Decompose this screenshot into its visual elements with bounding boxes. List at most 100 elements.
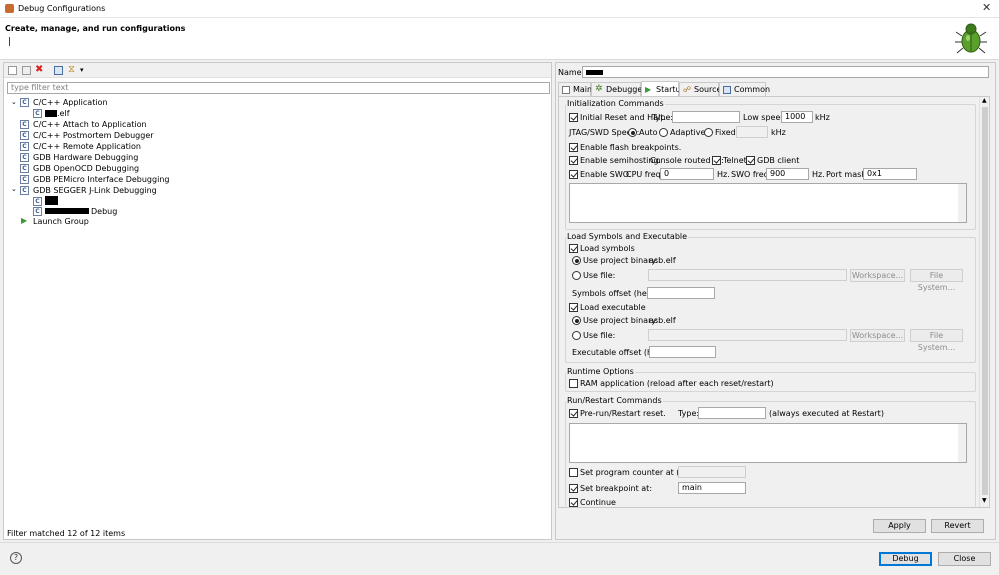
init-commands-textarea[interactable] (569, 183, 967, 223)
exec-workspace-button[interactable]: Workspace... (850, 329, 905, 342)
exec-use-file-radio[interactable] (572, 331, 581, 340)
swo-freq-unit: Hz. (812, 170, 825, 179)
chevron-down-icon[interactable]: ▾ (80, 66, 84, 75)
tab-debugger[interactable]: ✲ Debugger (591, 82, 646, 96)
debug-button[interactable]: Debug (879, 552, 932, 566)
tree-item-jlink[interactable]: GDB SEGGER J-Link Debugging (33, 185, 157, 196)
tab-main[interactable]: Main (558, 82, 592, 96)
set-pc-input[interactable] (678, 466, 746, 478)
symbols-offset-input[interactable] (647, 287, 715, 299)
auto-radio[interactable] (628, 128, 637, 137)
swo-checkbox[interactable] (569, 170, 578, 179)
page-title: Create, manage, and run configurations (5, 24, 186, 33)
duplicate-icon[interactable] (22, 66, 31, 75)
redacted-name (45, 110, 57, 117)
tree-item-gdb-hw[interactable]: GDB Hardware Debugging (33, 152, 138, 163)
config-list-pane: ✖ ⧖ ▾ type filter text ⌄ C C/C++ Applica… (3, 62, 552, 540)
c-app-icon: C (20, 131, 29, 140)
vertical-scrollbar[interactable]: ▲ ▼ (979, 97, 989, 507)
run-commands-textarea[interactable] (569, 423, 967, 463)
chevron-down-icon[interactable]: ⌄ (11, 98, 17, 106)
continue-checkbox[interactable] (569, 498, 578, 507)
exec-project-binary-label: Use project binary: (583, 316, 659, 325)
apply-button[interactable]: Apply (873, 519, 926, 533)
exec-offset-input[interactable] (649, 346, 716, 358)
tree-item-remote[interactable]: C/C++ Remote Application (33, 141, 141, 152)
bug-icon (955, 23, 987, 54)
tree-item-launch-group[interactable]: Launch Group (33, 216, 89, 227)
tree-item-jlink-debug[interactable]: Debug (91, 206, 117, 217)
fixed-speed-input[interactable] (736, 126, 768, 138)
close-button[interactable]: Close (938, 552, 991, 566)
gdb-client-label: GDB client (757, 156, 800, 165)
tree-item-elf[interactable]: .elf (57, 108, 70, 119)
symbols-file-input[interactable] (648, 269, 847, 281)
continue-label: Continue (580, 498, 616, 507)
symbols-binary-name: asb.elf (649, 256, 676, 265)
set-breakpoint-input[interactable]: main (678, 482, 746, 494)
main-tab-icon (562, 86, 570, 94)
redacted-name (45, 196, 58, 205)
pre-run-checkbox[interactable] (569, 409, 578, 418)
low-speed-input[interactable]: 1000 (781, 111, 813, 123)
port-mask-input[interactable]: 0x1 (863, 168, 917, 180)
semihosting-checkbox[interactable] (569, 156, 578, 165)
adaptive-radio[interactable] (659, 128, 668, 137)
revert-button[interactable]: Revert (931, 519, 984, 533)
load-executable-checkbox[interactable] (569, 303, 578, 312)
debugger-tab-icon: ✲ (595, 84, 603, 94)
init-type-input[interactable] (672, 111, 740, 123)
tree-item-pemicro[interactable]: GDB PEMicro Interface Debugging (33, 174, 169, 185)
set-pc-checkbox[interactable] (569, 468, 578, 477)
tree-item-openocd[interactable]: GDB OpenOCD Debugging (33, 163, 139, 174)
c-app-icon: C (20, 164, 29, 173)
launch-group-icon: ▶ (21, 216, 28, 225)
symbols-workspace-button[interactable]: Workspace... (850, 269, 905, 282)
chevron-down-icon[interactable]: ⌄ (11, 185, 17, 193)
tree-item-c-app[interactable]: C/C++ Application (33, 97, 108, 108)
symbols-filesystem-button[interactable]: File System... (910, 269, 963, 292)
tree-item-postmortem[interactable]: C/C++ Postmortem Debugger (33, 130, 154, 141)
close-window-icon[interactable]: ✕ (982, 2, 991, 14)
symbols-use-file-label: Use file: (583, 271, 616, 280)
delete-icon[interactable]: ✖ (35, 64, 43, 76)
exec-file-input[interactable] (648, 329, 847, 341)
gdb-client-checkbox[interactable] (746, 156, 755, 165)
run-restart-title: Run/Restart Commands (566, 396, 663, 406)
tab-source[interactable]: ☍ Source (679, 82, 721, 96)
c-app-icon: C (20, 120, 29, 129)
cpu-freq-input[interactable]: 0 (660, 168, 714, 180)
exec-project-binary-radio[interactable] (572, 316, 581, 325)
pre-run-type-label: Type: (678, 409, 700, 418)
name-label: Name: (558, 68, 585, 77)
load-symbols-checkbox[interactable] (569, 244, 578, 253)
ram-app-checkbox[interactable] (569, 379, 578, 388)
fixed-radio[interactable] (704, 128, 713, 137)
scroll-thumb[interactable] (982, 107, 988, 495)
always-executed-note: (always executed at Restart) (769, 409, 884, 418)
scroll-down-icon[interactable]: ▼ (982, 497, 987, 504)
swo-freq-input[interactable]: 900 (766, 168, 809, 180)
c-app-icon: C (20, 153, 29, 162)
tree-item-attach[interactable]: C/C++ Attach to Application (33, 119, 147, 130)
new-config-icon[interactable] (8, 66, 17, 75)
tab-common[interactable]: Common (719, 82, 770, 96)
pre-run-type-input[interactable] (698, 407, 766, 419)
filter-input[interactable]: type filter text (7, 82, 550, 94)
exec-filesystem-button[interactable]: File System... (910, 329, 963, 352)
telnet-checkbox[interactable] (712, 156, 721, 165)
set-breakpoint-checkbox[interactable] (569, 484, 578, 493)
message-cursor: | (8, 37, 12, 47)
symbols-use-file-radio[interactable] (572, 271, 581, 280)
textarea-scrollbar[interactable] (958, 184, 966, 222)
scroll-up-icon[interactable]: ▲ (982, 97, 987, 104)
symbols-project-binary-radio[interactable] (572, 256, 581, 265)
tab-startup[interactable]: ▶ Startup (641, 81, 686, 97)
flash-breakpoints-checkbox[interactable] (569, 143, 578, 152)
filter-icon[interactable]: ⧖ (68, 64, 75, 76)
name-input[interactable] (582, 66, 989, 78)
collapse-all-icon[interactable] (54, 66, 63, 75)
initial-reset-checkbox[interactable] (569, 113, 578, 122)
textarea-scrollbar[interactable] (958, 424, 966, 462)
help-icon[interactable]: ? (10, 552, 22, 564)
